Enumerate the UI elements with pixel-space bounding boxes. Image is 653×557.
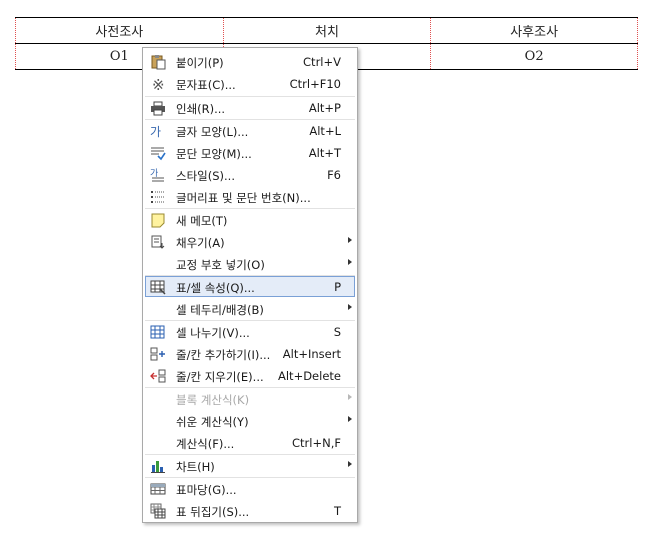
menu-item-split-cell[interactable]: 셀 나누기(V)... S [145,321,355,342]
menu-item-label: 글머리표 및 문단 번호(N)... [176,191,311,205]
menu-item-label: 줄/칸 지우기(E)... [176,370,264,384]
menu-item-shortcut: Ctrl+V [303,55,341,69]
menu-item-cell-border-background[interactable]: 셀 테두리/배경(B) [145,298,355,319]
menu-item-label: 표마당(G)... [176,483,237,497]
menu-item-para-shape[interactable]: 문단 모양(M)... Alt+T [145,142,355,163]
menu-item-shortcut: T [333,504,341,518]
menu-item-label: 줄/칸 추가하기(I)... [176,348,271,362]
menu-item-paste[interactable]: 붙이기(P) Ctrl+V [145,51,355,72]
para-shape-icon [150,145,166,161]
insert-row-icon [150,346,166,362]
menu-item-style[interactable]: 가 스타일(S)... F6 [145,164,355,185]
submenu-arrow-icon [348,259,352,265]
menu-item-table-flip[interactable]: 표 뒤집기(S)... T [145,500,355,521]
menu-item-fill[interactable]: 채우기(A) [145,231,355,252]
bullet-icon [150,189,166,205]
menu-item-label: 표/셀 속성(Q)... [176,281,255,295]
menu-item-shortcut: Ctrl+N,F [292,436,341,450]
print-icon [150,100,166,116]
submenu-arrow-icon [348,304,352,310]
svg-text:※: ※ [152,76,165,92]
menu-item-label: 차트(H) [176,460,215,474]
menu-item-shortcut: P [334,280,341,294]
table-props-icon [150,279,166,295]
submenu-arrow-icon [348,416,352,422]
menu-item-print[interactable]: 인쇄(R)... Alt+P [145,97,355,118]
paste-icon [150,54,166,70]
chart-icon [150,458,166,474]
table-cell[interactable]: O2 [430,43,638,70]
fill-icon [150,234,166,250]
menu-item-shortcut: F6 [327,168,341,182]
table-header-cell[interactable]: 사후조사 [430,17,638,44]
symbol-icon: ※ [150,76,166,94]
submenu-arrow-icon [348,394,352,400]
menu-item-shortcut: Alt+Insert [282,347,341,361]
submenu-arrow-icon [348,461,352,467]
menu-item-shortcut: Ctrl+F10 [289,77,341,91]
menu-item-new-memo[interactable]: 새 메모(T) [145,209,355,230]
menu-item-shortcut: Alt+P [308,101,341,115]
menu-item-label: 새 메모(T) [176,214,228,228]
menu-item-label: 문단 모양(M)... [176,147,252,161]
svg-text:가: 가 [150,125,161,139]
delete-row-icon [150,368,166,384]
menu-item-table-cell-properties[interactable]: 표/셀 속성(Q)... P [145,276,355,297]
submenu-arrow-icon [348,237,352,243]
menu-item-label: 계산식(F)... [176,437,235,451]
menu-item-label: 셀 테두리/배경(B) [176,303,264,317]
menu-item-symbol[interactable]: ※ 문자표(C)... Ctrl+F10 [145,73,355,94]
memo-icon [150,212,166,228]
style-icon: 가 [150,167,166,183]
menu-item-label: 블록 계산식(K) [176,393,250,407]
menu-item-table-template[interactable]: 표마당(G)... [145,478,355,499]
char-shape-icon: 가 [150,123,166,139]
menu-item-label: 글자 모양(L)... [176,125,249,139]
menu-item-insert-row-column[interactable]: 줄/칸 추가하기(I)... Alt+Insert [145,343,355,364]
table-header-cell[interactable]: 처치 [222,17,432,44]
menu-item-label: 셀 나누기(V)... [176,326,250,340]
split-cell-icon [150,324,166,340]
menu-item-label: 스타일(S)... [176,169,235,183]
menu-item-label: 채우기(A) [176,236,225,250]
menu-item-label: 표 뒤집기(S)... [176,505,250,519]
menu-item-block-formula[interactable]: 블록 계산식(K) [145,388,355,409]
context-menu: 붙이기(P) Ctrl+V ※ 문자표(C)... Ctrl+F10 인쇄(R)… [142,47,358,523]
menu-item-label: 문자표(C)... [176,78,236,92]
table-header-cell[interactable]: 사전조사 [15,17,224,44]
menu-item-chart[interactable]: 차트(H) [145,455,355,476]
menu-item-shortcut: Alt+Delete [278,369,341,383]
svg-text:가: 가 [150,168,158,179]
menu-item-char-shape[interactable]: 가 글자 모양(L)... Alt+L [145,120,355,141]
menu-item-proofreading-marks[interactable]: 교정 부호 넣기(O) [145,253,355,274]
menu-item-label: 붙이기(P) [176,56,224,70]
menu-item-label: 쉬운 계산식(Y) [176,415,249,429]
table-flip-icon [150,503,166,519]
menu-item-shortcut: Alt+L [309,124,341,138]
menu-item-delete-row-column[interactable]: 줄/칸 지우기(E)... Alt+Delete [145,365,355,386]
menu-item-formula[interactable]: 계산식(F)... Ctrl+N,F [145,432,355,453]
menu-item-shortcut: Alt+T [308,146,341,160]
table-template-icon [150,481,166,497]
menu-item-shortcut: S [333,325,341,339]
menu-item-bullets[interactable]: 글머리표 및 문단 번호(N)... [145,186,355,207]
menu-item-easy-formula[interactable]: 쉬운 계산식(Y) [145,410,355,431]
menu-item-label: 인쇄(R)... [176,102,226,116]
menu-item-label: 교정 부호 넣기(O) [176,258,265,272]
